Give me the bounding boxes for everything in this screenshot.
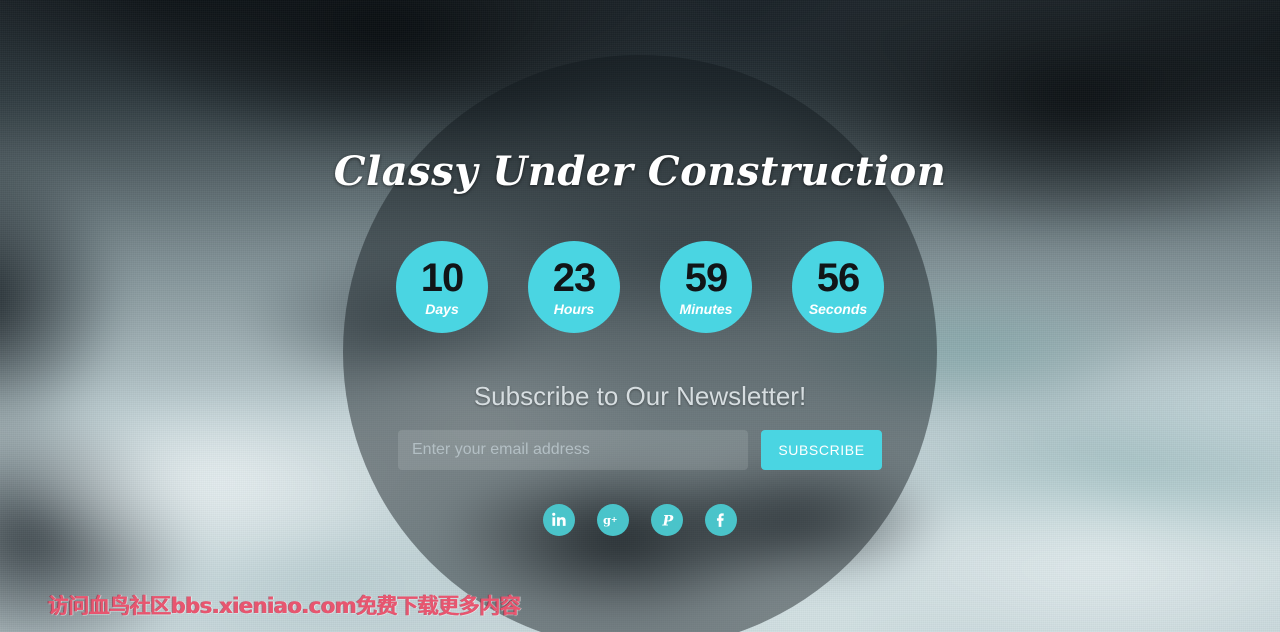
page-root: Classy Under Construction 10 Days 23 Hou…	[0, 0, 1280, 632]
social-link-linkedin[interactable]	[543, 504, 575, 536]
content-column: Classy Under Construction 10 Days 23 Hou…	[0, 0, 1280, 632]
countdown-days-value: 10	[420, 256, 464, 300]
newsletter-form: SUBSCRIBE	[398, 430, 882, 470]
svg-text:P: P	[662, 513, 675, 529]
countdown-unit-hours: 23 Hours	[528, 241, 620, 333]
countdown-unit-minutes: 59 Minutes	[660, 241, 752, 333]
countdown-seconds-value: 56	[816, 256, 860, 300]
social-link-google-plus[interactable]: g +	[597, 504, 629, 536]
countdown-seconds-label: Seconds	[808, 301, 868, 317]
page-title: Classy Under Construction	[333, 148, 947, 195]
social-links: g + P	[543, 504, 737, 536]
countdown-hours-label: Hours	[553, 301, 595, 317]
countdown-minutes-label: Minutes	[679, 301, 733, 317]
social-link-facebook[interactable]	[705, 504, 737, 536]
pinterest-icon: P	[658, 511, 676, 529]
linkedin-icon	[550, 511, 568, 529]
countdown-days-label: Days	[425, 301, 459, 317]
subscribe-button[interactable]: SUBSCRIBE	[761, 430, 882, 470]
countdown-unit-days: 10 Days	[396, 241, 488, 333]
social-link-pinterest[interactable]: P	[651, 504, 683, 536]
countdown-timer: 10 Days 23 Hours 59 Minutes 56 Seconds	[396, 241, 884, 333]
countdown-hours-value: 23	[552, 256, 596, 300]
google-plus-icon: g +	[603, 511, 623, 529]
svg-text:g: g	[603, 513, 611, 527]
email-input[interactable]	[398, 430, 748, 470]
countdown-unit-seconds: 56 Seconds	[792, 241, 884, 333]
svg-text:+: +	[611, 515, 618, 524]
facebook-icon	[712, 511, 730, 529]
countdown-minutes-value: 59	[684, 256, 728, 300]
newsletter-heading: Subscribe to Our Newsletter!	[473, 381, 807, 411]
